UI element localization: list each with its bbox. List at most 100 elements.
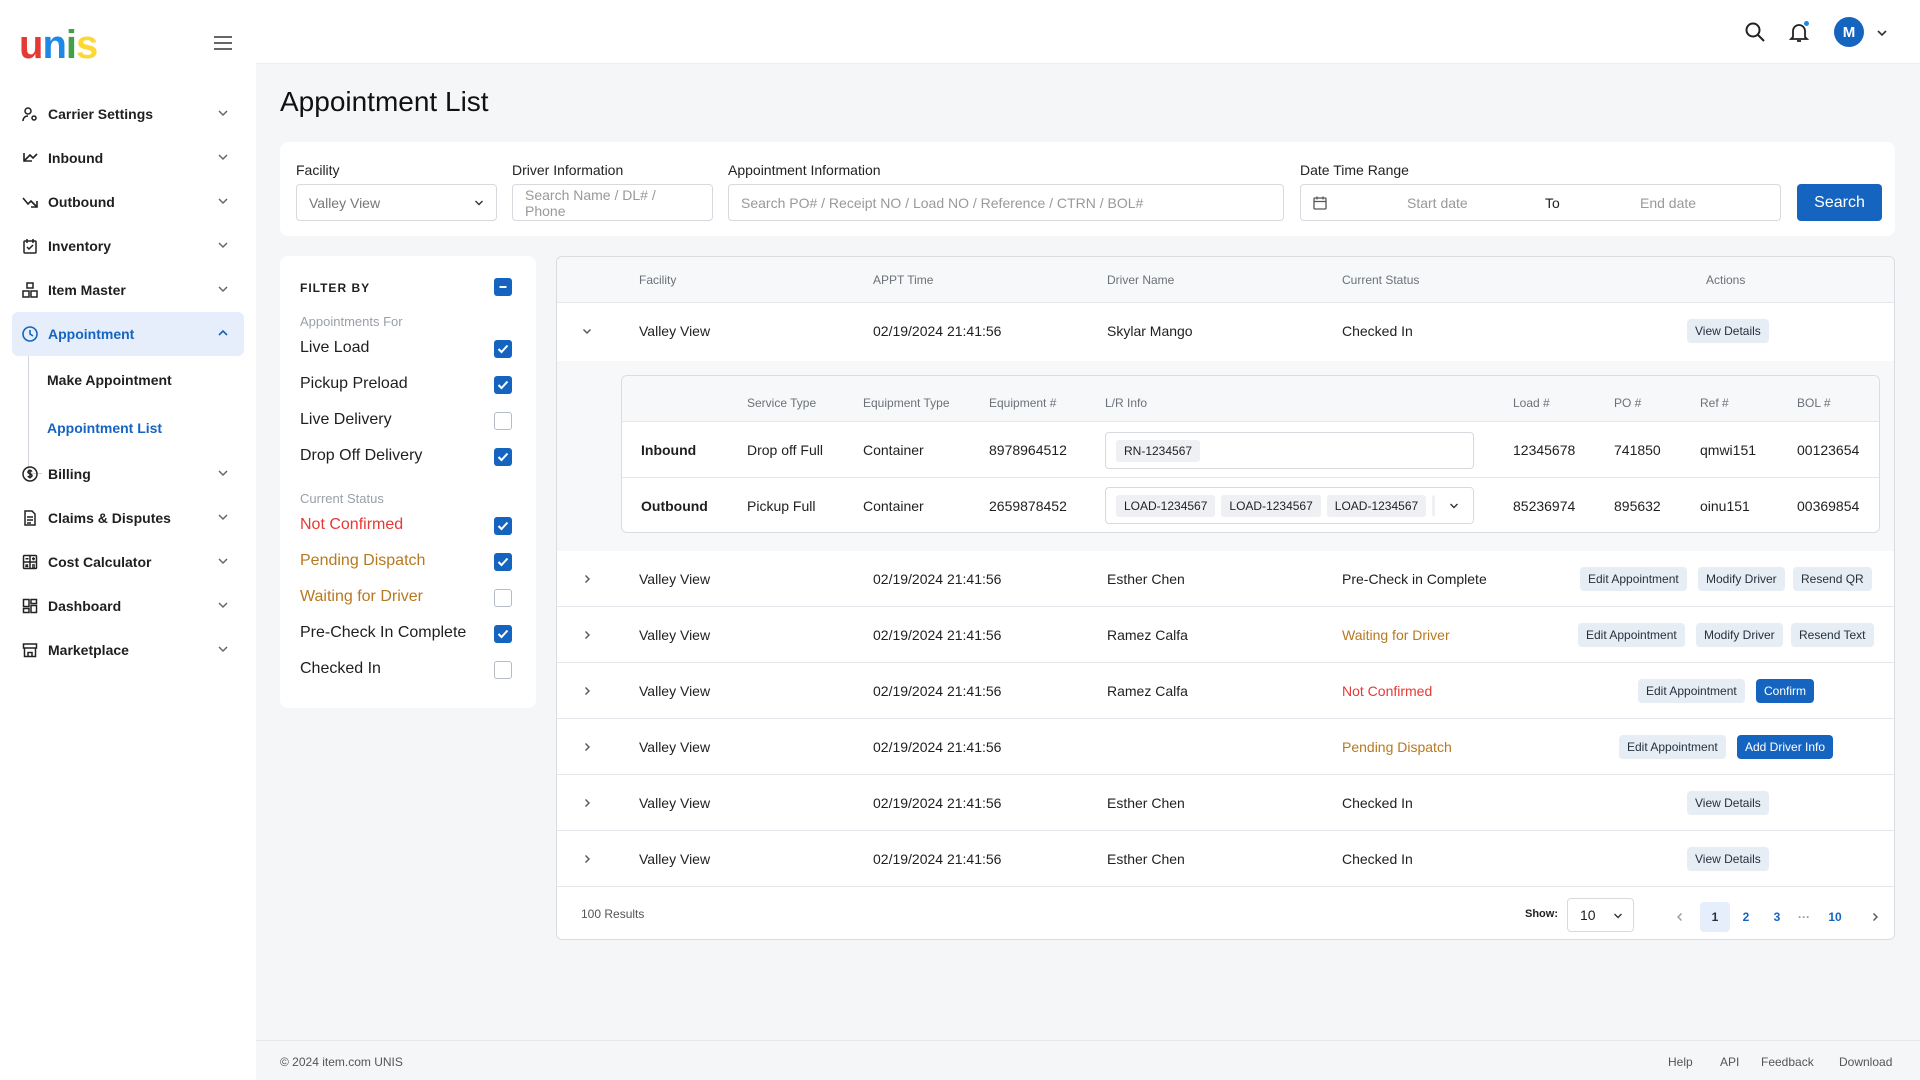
- table-row[interactable]: Valley View 02/19/2024 21:41:56 Ramez Ca…: [557, 607, 1894, 663]
- lr-info-field[interactable]: RN-1234567: [1105, 432, 1474, 469]
- table-row[interactable]: Valley View 02/19/2024 21:41:56 Pending …: [557, 719, 1894, 775]
- checked-in-checkbox[interactable]: [494, 661, 512, 679]
- page-button-2[interactable]: 2: [1731, 902, 1761, 932]
- search-panel: Facility Valley View Driver Information …: [280, 142, 1895, 236]
- resend-qr-button[interactable]: Resend QR: [1793, 567, 1872, 591]
- collapse-row-icon[interactable]: [581, 325, 593, 337]
- live-delivery-checkbox[interactable]: [494, 412, 512, 430]
- expand-row-icon[interactable]: [581, 797, 593, 809]
- modify-driver-button[interactable]: Modify Driver: [1696, 623, 1783, 647]
- confirm-button[interactable]: Confirm: [1756, 679, 1815, 703]
- sidebar-item-marketplace[interactable]: Marketplace: [12, 628, 244, 672]
- sidebar-item-inbound[interactable]: Inbound: [12, 136, 244, 180]
- view-details-button[interactable]: View Details: [1687, 791, 1769, 815]
- expand-row-icon[interactable]: [581, 685, 593, 697]
- expand-row-icon[interactable]: [581, 853, 593, 865]
- prev-page-button[interactable]: [1665, 902, 1695, 932]
- date-range-picker[interactable]: Start date To End date: [1300, 184, 1781, 221]
- sidebar-item-appointment[interactable]: Appointment: [12, 312, 244, 356]
- chevron-down-icon: [218, 242, 228, 249]
- pre-check-in-complete-checkbox[interactable]: [494, 625, 512, 643]
- cell-facility: Valley View: [639, 795, 711, 811]
- unis-logo[interactable]: unis: [19, 25, 98, 65]
- detail-ref-no: qmwi151: [1700, 442, 1757, 458]
- sidebar-item-inventory[interactable]: Inventory: [12, 224, 244, 268]
- next-page-button[interactable]: [1860, 902, 1890, 932]
- search-button[interactable]: Search: [1797, 184, 1882, 221]
- end-date-input[interactable]: End date: [1640, 195, 1696, 211]
- expand-row-icon[interactable]: [581, 573, 593, 585]
- edit-appointment-button[interactable]: Edit Appointment: [1619, 735, 1726, 759]
- detail-header-bol-no: BOL #: [1797, 396, 1831, 410]
- filter-group-appointments-for: Appointments For: [300, 314, 403, 329]
- sidebar-item-label: Item Master: [48, 282, 126, 298]
- cell-facility: Valley View: [639, 851, 711, 867]
- api-link[interactable]: API: [1720, 1055, 1739, 1069]
- chevron-down-icon: [218, 558, 228, 565]
- facility-select[interactable]: Valley View: [296, 184, 497, 221]
- resend-text-button[interactable]: Resend Text: [1791, 623, 1874, 647]
- sidebar-item-claims-disputes[interactable]: Claims & Disputes: [12, 496, 244, 540]
- detail-po-no: 741850: [1614, 442, 1661, 458]
- chevron-down-icon[interactable]: [1876, 27, 1888, 39]
- avatar[interactable]: M: [1834, 17, 1864, 47]
- carrier-settings-icon: [21, 105, 39, 123]
- calendar-icon: [1313, 196, 1327, 210]
- sidebar-item-outbound[interactable]: Outbound: [12, 180, 244, 224]
- add-driver-info-button[interactable]: Add Driver Info: [1737, 735, 1834, 759]
- start-date-input[interactable]: Start date: [1407, 195, 1468, 211]
- document-icon: [21, 509, 39, 527]
- sidebar-item-label: Appointment: [48, 326, 135, 342]
- waiting-for-driver-checkbox[interactable]: [494, 589, 512, 607]
- page-size-label: Show:: [1525, 908, 1558, 920]
- modify-driver-button[interactable]: Modify Driver: [1698, 567, 1785, 591]
- table-row[interactable]: Valley View 02/19/2024 21:41:56 Ramez Ca…: [557, 663, 1894, 719]
- page-button-1[interactable]: 1: [1700, 902, 1730, 932]
- cell-status: Checked In: [1342, 851, 1413, 867]
- view-details-button[interactable]: View Details: [1687, 847, 1769, 871]
- filter-option-pickup-preload: Pickup Preload: [300, 375, 408, 392]
- sidebar-subitem-appointment-list[interactable]: Appointment List: [47, 404, 244, 452]
- lr-info-field[interactable]: LOAD-1234567 LOAD-1234567 LOAD-1234567 L…: [1105, 487, 1474, 524]
- download-link[interactable]: Download: [1839, 1055, 1892, 1069]
- cell-status: Checked In: [1342, 323, 1413, 339]
- view-details-button[interactable]: View Details: [1687, 319, 1769, 343]
- page-button-3[interactable]: 3: [1762, 902, 1792, 932]
- driver-search-input[interactable]: Search Name / DL# / Phone: [512, 184, 713, 221]
- bell-icon[interactable]: [1788, 20, 1810, 43]
- filter-option-pre-check-in-complete: Pre-Check In Complete: [300, 624, 467, 641]
- expand-row-icon[interactable]: [581, 629, 593, 641]
- pending-dispatch-checkbox[interactable]: [494, 553, 512, 571]
- edit-appointment-button[interactable]: Edit Appointment: [1578, 623, 1685, 647]
- lr-dropdown-toggle[interactable]: [1435, 488, 1473, 523]
- feedback-link[interactable]: Feedback: [1761, 1055, 1814, 1069]
- sidebar-subitem-make-appointment[interactable]: Make Appointment: [47, 356, 244, 404]
- edit-appointment-button[interactable]: Edit Appointment: [1638, 679, 1745, 703]
- expand-row-icon[interactable]: [581, 741, 593, 753]
- sidebar-item-billing[interactable]: Billing: [12, 452, 244, 496]
- not-confirmed-checkbox[interactable]: [494, 517, 512, 535]
- lr-chip: LOAD-1234567: [1326, 494, 1427, 517]
- appointment-search-input[interactable]: Search PO# / Receipt NO / Load NO / Refe…: [728, 184, 1284, 221]
- table-row[interactable]: Valley View 02/19/2024 21:41:56 Esther C…: [557, 551, 1894, 607]
- date-range-label: Date Time Range: [1300, 162, 1409, 178]
- drop-off-delivery-checkbox[interactable]: [494, 448, 512, 466]
- page-size-select[interactable]: 10: [1567, 898, 1634, 932]
- column-header-driver-name: Driver Name: [1107, 273, 1175, 287]
- filter-select-all-checkbox[interactable]: [494, 278, 512, 296]
- filter-title: FILTER BY: [300, 281, 371, 295]
- live-load-checkbox[interactable]: [494, 340, 512, 358]
- table-row[interactable]: Valley View 02/19/2024 21:41:56 Esther C…: [557, 775, 1894, 831]
- sidebar-item-dashboard[interactable]: Dashboard: [12, 584, 244, 628]
- search-icon[interactable]: [1744, 21, 1766, 43]
- sidebar-item-item-master[interactable]: Item Master: [12, 268, 244, 312]
- sidebar-item-label: Outbound: [48, 194, 115, 210]
- help-link[interactable]: Help: [1668, 1055, 1693, 1069]
- table-row[interactable]: Valley View 02/19/2024 21:41:56 Esther C…: [557, 831, 1894, 887]
- menu-toggle-icon[interactable]: [214, 36, 232, 50]
- pickup-preload-checkbox[interactable]: [494, 376, 512, 394]
- sidebar-item-cost-calculator[interactable]: Cost Calculator: [12, 540, 244, 584]
- page-button-10[interactable]: 10: [1820, 902, 1850, 932]
- edit-appointment-button[interactable]: Edit Appointment: [1580, 567, 1687, 591]
- sidebar-item-carrier-settings[interactable]: Carrier Settings: [12, 92, 244, 136]
